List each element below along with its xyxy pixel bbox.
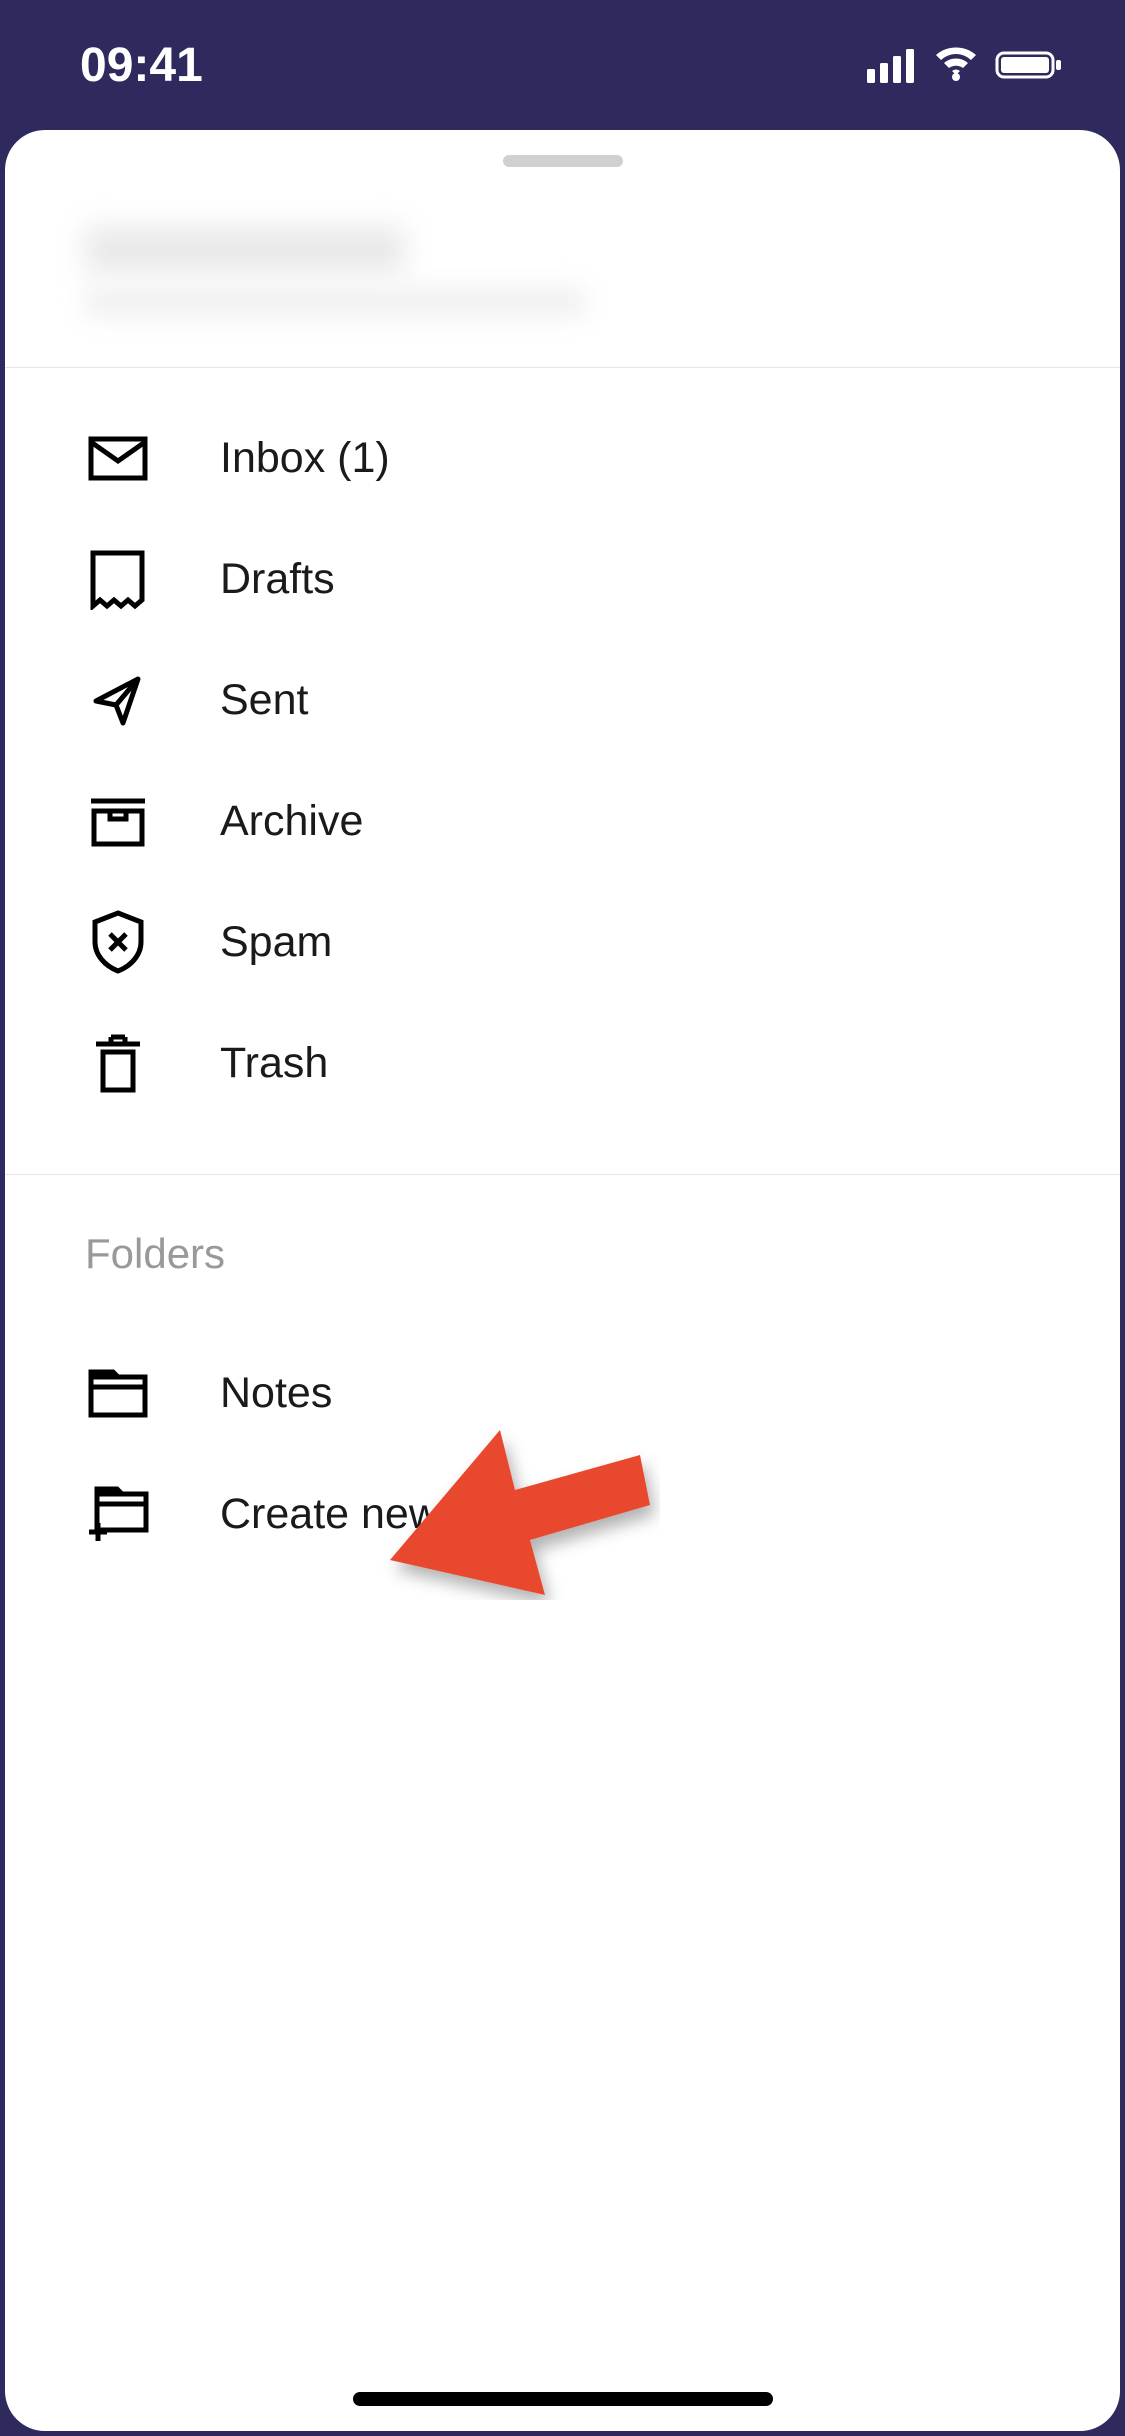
menu-item-notes[interactable]: Notes [5,1333,1120,1454]
bottom-sheet: Inbox (1) Drafts Sent [5,130,1120,2431]
wifi-icon [932,47,980,83]
drag-handle[interactable] [503,155,623,167]
battery-icon [995,47,1065,83]
mailbox-list: Inbox (1) Drafts Sent [5,368,1120,1154]
menu-label: Notes [220,1369,332,1418]
menu-label: Sent [220,676,308,725]
drafts-icon [85,547,150,612]
menu-label: Inbox (1) [220,434,390,483]
menu-item-spam[interactable]: Spam [5,882,1120,1003]
menu-item-trash[interactable]: Trash [5,1003,1120,1124]
archive-icon [85,789,150,854]
menu-label: Create new folder [220,1490,559,1539]
folders-section-header: Folders [5,1195,1120,1303]
account-name-blurred [85,227,405,272]
folders-list: Notes Create new folder [5,1303,1120,1605]
status-bar: 09:41 [0,0,1125,130]
menu-label: Archive [220,797,363,846]
spam-icon [85,910,150,975]
menu-label: Trash [220,1039,328,1088]
menu-item-drafts[interactable]: Drafts [5,519,1120,640]
cellular-icon [867,47,917,83]
sent-icon [85,668,150,733]
menu-item-archive[interactable]: Archive [5,761,1120,882]
folder-icon [85,1361,150,1426]
home-indicator[interactable] [353,2392,773,2406]
menu-label: Spam [220,918,332,967]
account-email-blurred [85,287,585,317]
envelope-icon [85,426,150,491]
menu-label: Drafts [220,555,335,604]
status-time: 09:41 [80,38,203,93]
folder-add-icon [85,1482,150,1547]
menu-item-create-folder[interactable]: Create new folder [5,1454,1120,1575]
account-header[interactable] [5,207,1120,368]
section-divider [5,1174,1120,1175]
menu-item-inbox[interactable]: Inbox (1) [5,398,1120,519]
menu-item-sent[interactable]: Sent [5,640,1120,761]
trash-icon [85,1031,150,1096]
status-icons [867,47,1065,83]
